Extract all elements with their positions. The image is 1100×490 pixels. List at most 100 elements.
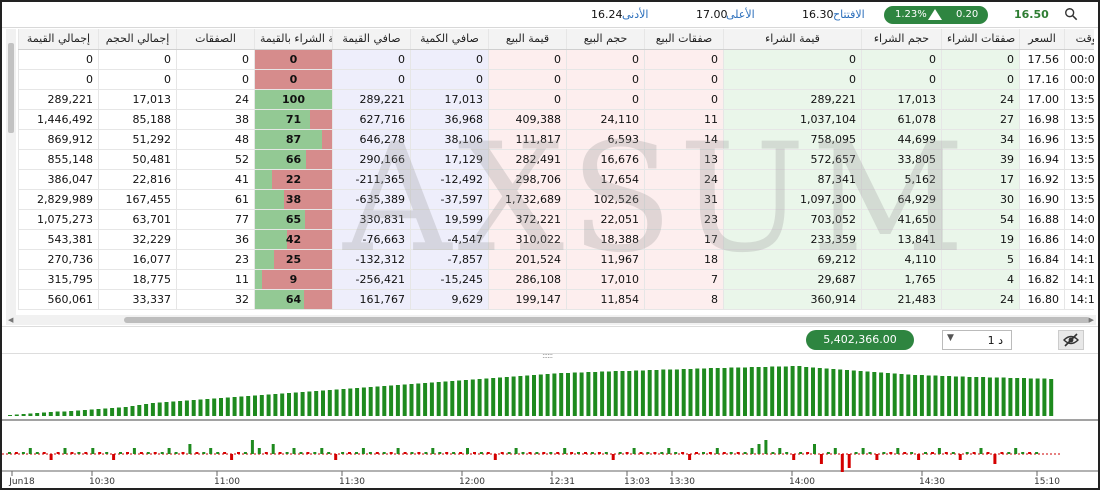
net-flow-bar (986, 452, 990, 454)
table-row[interactable]: 386,047 22,816 41 22 -211,365 -12,492 298,706 1… (18, 169, 1094, 190)
time-cell: 14:10:22 (1064, 269, 1094, 290)
table-row[interactable]: 00000000000017.5600:00:00 (18, 49, 1094, 70)
table-row[interactable]: 270,736 16,077 23 25 -132,312 -7,857 201,524 11… (18, 249, 1094, 270)
cumulative-bar (375, 386, 380, 416)
cumulative-bar (382, 386, 387, 416)
buy-ratio-cell: 0 (254, 69, 333, 90)
buy-volume-cell: 0 (861, 49, 942, 70)
cumulative-bar (212, 398, 217, 416)
total-volume-cell: 22,816 (98, 169, 177, 190)
net-flow-bar (243, 452, 247, 454)
net-flow-bar (21, 452, 25, 454)
ratio-value: 42 (285, 232, 302, 246)
table-row[interactable]: 869,912 51,292 48 87 646,278 38,106 111,817 6,5… (18, 129, 1094, 150)
net-flow-bar (681, 452, 685, 454)
header-total-value[interactable]: إجمالي القيمة (18, 29, 99, 50)
cumulative-bar (879, 372, 884, 416)
visibility-toggle-button[interactable] (1058, 330, 1084, 350)
buy-deals-cell: 5 (941, 249, 1020, 270)
net-flow-bar (958, 454, 962, 460)
vertical-scroll-thumb[interactable] (8, 43, 14, 133)
price-cell: 16.96 (1019, 129, 1065, 150)
header-buy-ratio[interactable]: نسبة الشراء بالقيمة (254, 29, 333, 50)
cumulative-bar (545, 374, 550, 416)
cumulative-bar (62, 411, 67, 416)
table-row[interactable]: 315,795 18,775 11 9 -256,421 -15,245 286,108 17… (18, 269, 1094, 290)
header-net-value[interactable]: صافي القيمة (332, 29, 411, 50)
scroll-right-arrow-icon[interactable]: ▶ (1089, 316, 1094, 324)
net-qty-cell: 17,013 (410, 89, 489, 110)
price-cell: 16.90 (1019, 189, 1065, 210)
cumulative-bar (450, 381, 455, 416)
deals-cell: 24 (176, 89, 255, 110)
table-row[interactable]: 00000000000017.1600:00:00 (18, 69, 1094, 90)
header-sell-volume[interactable]: حجم البيع (566, 29, 645, 50)
table-row[interactable]: 1,075,273 63,701 77 65 330,831 19,599 372,221 2… (18, 209, 1094, 230)
header-sell-deals[interactable]: صفقات البيع (644, 29, 724, 50)
net-flow-bar (951, 452, 955, 454)
net-flow-bar (14, 452, 18, 454)
net-flow-bar (188, 444, 192, 454)
period-select[interactable]: ▼ 1 د (942, 330, 1012, 350)
table-row[interactable]: 2,829,989 167,455 61 38 -635,389 -37,597 1,732… (18, 189, 1094, 210)
horizontal-scroll-thumb[interactable] (124, 317, 1090, 323)
header-time[interactable]: الوقت (1064, 29, 1094, 50)
header-price[interactable]: السعر (1019, 29, 1065, 50)
price-cell: 17.16 (1019, 69, 1065, 90)
cumulative-bar (55, 411, 60, 416)
header-buy-value[interactable]: قيمة الشراء (723, 29, 862, 50)
buy-deals-cell: 17 (941, 169, 1020, 190)
cumulative-bar (361, 387, 366, 416)
buy-ratio-cell: 38 (254, 189, 333, 210)
header-buy-volume[interactable]: حجم الشراء (861, 29, 942, 50)
cumulative-bar (532, 375, 536, 416)
total-volume-cell: 18,775 (98, 269, 177, 290)
header-deals[interactable]: الصفقات (176, 29, 255, 50)
net-flow-bar (119, 452, 122, 454)
net-flow-bar (660, 452, 664, 454)
x-tick-label: 11:30 (339, 477, 365, 487)
price-cell: 16.88 (1019, 209, 1065, 230)
deals-cell: 23 (176, 249, 255, 270)
table-row[interactable]: 543,381 32,229 36 42 -76,663 -4,547 310,022 18,… (18, 229, 1094, 250)
x-tick-label: 12:00 (459, 477, 485, 487)
table-row[interactable]: 855,148 50,481 52 66 290,166 17,129 282,491 16,… (18, 149, 1094, 170)
net-flow-bar (77, 452, 81, 454)
search-button[interactable] (1058, 5, 1084, 25)
buy-ratio-cell: 0 (254, 49, 333, 70)
net-flow-bar (826, 452, 830, 454)
horizontal-scrollbar[interactable]: ◀ ▶ (6, 315, 1096, 325)
buy-value-cell: 0 (723, 49, 862, 70)
vertical-scrollbar[interactable] (6, 29, 16, 315)
sell-deals-cell: 14 (644, 129, 724, 150)
scroll-left-arrow-icon[interactable]: ◀ (8, 316, 13, 324)
ratio-value: 100 (282, 92, 305, 106)
total-volume-cell: 85,188 (98, 109, 177, 130)
table-row[interactable]: 1,446,492 85,188 38 71 627,716 36,968 409,388 2… (18, 109, 1094, 130)
header-total-volume[interactable]: إجمالي الحجم (98, 29, 177, 50)
total-value-cell: 289,221 (18, 89, 99, 110)
ratio-value: 87 (285, 132, 302, 146)
period-value: 1 د (987, 334, 1003, 347)
net-flow-bar (146, 452, 150, 454)
x-tick-label: Jun18 (8, 477, 35, 487)
header-sell-value[interactable]: قيمة البيع (488, 29, 567, 50)
net-flow-bar (473, 452, 476, 454)
header-buy-deals[interactable]: صفقات الشراء (941, 29, 1020, 50)
sell-value-cell: 111,817 (488, 129, 567, 150)
cumulative-bar (463, 380, 468, 416)
net-flow-bar (438, 452, 442, 454)
net-flow-bar (70, 452, 74, 454)
cumulative-bar (695, 368, 700, 416)
net-value-cell: -256,421 (332, 269, 411, 290)
quote-bar: 16.50 1.23% 0.20 الافتتاح 16.30 الأعلى 1… (2, 2, 1098, 28)
table-row[interactable]: 560,061 33,337 32 64 161,767 9,629 199,147 11,8… (18, 289, 1094, 310)
last-price: 16.50 (1014, 8, 1049, 21)
header-net-qty[interactable]: صافي الكمية (410, 29, 489, 50)
net-flow-bar (771, 452, 775, 454)
cumulative-bar (137, 405, 142, 416)
sell-deals-cell: 7 (644, 269, 724, 290)
cumulative-bar (586, 372, 591, 416)
table-row[interactable]: 289,221 17,013 24 100 289,221 17,013 0 0 0 289,22… (18, 89, 1094, 110)
sell-value-cell: 310,022 (488, 229, 567, 250)
